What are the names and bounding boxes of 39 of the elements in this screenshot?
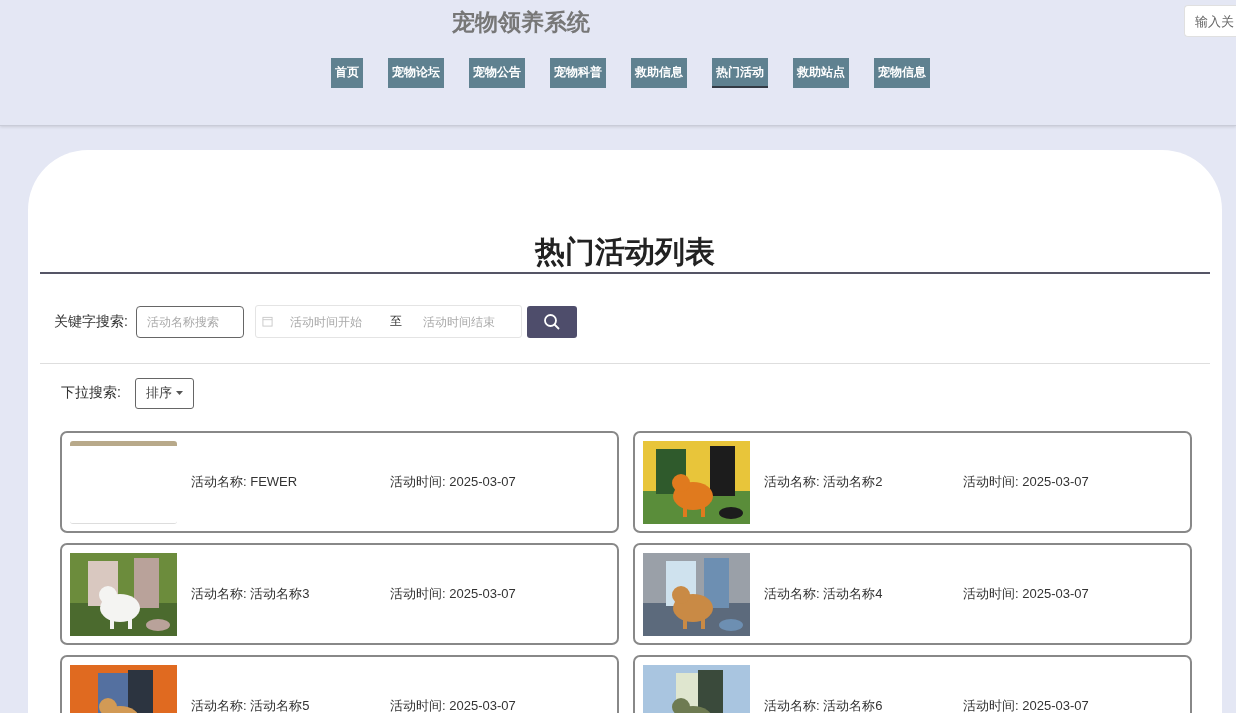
activity-time: 活动时间: 2025-03-07 <box>963 585 1089 603</box>
nav-tab[interactable]: 热门活动 <box>712 58 768 88</box>
activity-card[interactable]: 活动名称: 活动名称4 活动时间: 2025-03-07 <box>633 543 1192 645</box>
search-button[interactable] <box>526 305 577 338</box>
activity-name: 活动名称: 活动名称5 <box>191 697 311 713</box>
site-title: 宠物领养系统 <box>452 9 590 35</box>
activity-name: 活动名称: 活动名称6 <box>764 697 884 713</box>
nav-tab[interactable]: 救助站点 <box>793 58 849 88</box>
keyword-label: 关键字搜索: <box>54 312 128 331</box>
nav-tab[interactable]: 首页 <box>331 58 363 88</box>
date-range-field[interactable]: 活动时间开始 至 活动时间结束 <box>254 305 522 338</box>
activity-name: 活动名称: 活动名称2 <box>764 473 884 491</box>
activity-time: 活动时间: 2025-03-07 <box>963 697 1089 713</box>
activity-time: 活动时间: 2025-03-07 <box>390 473 516 491</box>
activity-time: 活动时间: 2025-03-07 <box>390 697 516 713</box>
activity-name: 活动名称: FEWER <box>191 473 299 491</box>
activity-card[interactable]: 活动名称: FEWER 活动时间: 2025-03-07 <box>60 431 619 533</box>
activity-time: 活动时间: 2025-03-07 <box>963 473 1089 491</box>
keyword-field[interactable]: 活动名称搜索 <box>135 305 244 338</box>
nav-tab[interactable]: 宠物信息 <box>874 58 930 88</box>
activity-card[interactable]: 活动名称: 活动名称5 活动时间: 2025-03-07 <box>60 655 619 713</box>
activity-name: 活动名称: 活动名称3 <box>191 585 311 603</box>
activity-card[interactable]: 活动名称: 活动名称6 活动时间: 2025-03-07 <box>633 655 1192 713</box>
nav-tab[interactable]: 救助信息 <box>631 58 687 88</box>
activity-name: 活动名称: 活动名称4 <box>764 585 884 603</box>
page-title: 热门活动列表 <box>533 234 716 270</box>
search-icon <box>542 312 561 331</box>
nav-tab[interactable]: 宠物论坛 <box>388 58 444 88</box>
range-separator: 至 <box>389 313 402 330</box>
calendar-icon <box>261 316 273 327</box>
dropdown-label: 下拉搜索: <box>61 384 121 402</box>
sort-dropdown[interactable]: 排序 <box>134 377 194 409</box>
search-field[interactable]: 输入关 <box>1184 5 1236 37</box>
activity-card[interactable]: 活动名称: 活动名称3 活动时间: 2025-03-07 <box>60 543 619 645</box>
nav-tab[interactable]: 宠物公告 <box>469 58 525 88</box>
activity-time: 活动时间: 2025-03-07 <box>390 585 516 603</box>
nav-tab[interactable]: 宠物科普 <box>550 58 606 88</box>
caret-icon <box>175 391 183 395</box>
activity-card[interactable]: 活动名称: 活动名称2 活动时间: 2025-03-07 <box>633 431 1192 533</box>
